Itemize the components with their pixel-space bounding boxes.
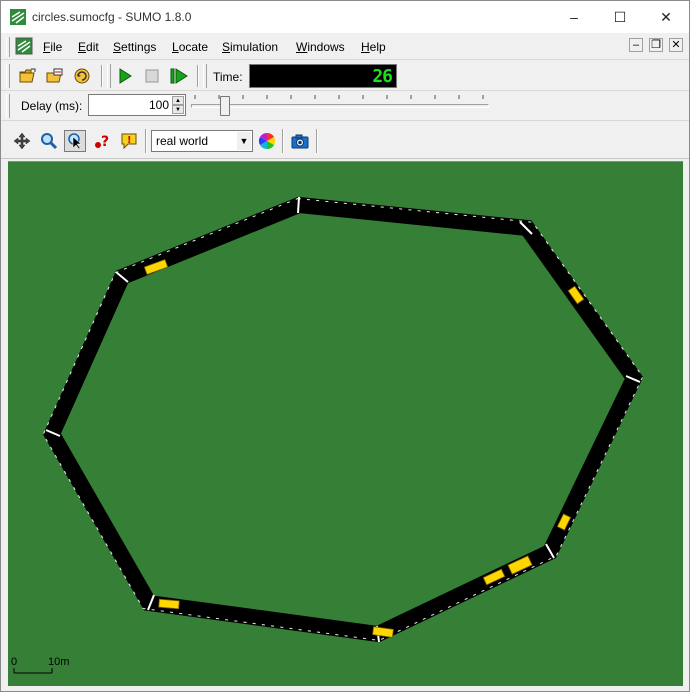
sumo-window: circles.sumocfg - SUMO 1.8.0 – ☐ ✕ File … xyxy=(0,0,690,692)
menu-locate[interactable]: Locate xyxy=(172,40,208,54)
zoom-icon[interactable] xyxy=(38,130,60,152)
locate-cursor-icon[interactable] xyxy=(64,130,86,152)
toolbar-grip[interactable] xyxy=(203,64,207,88)
time-label: Time: xyxy=(213,70,243,84)
step-icon[interactable] xyxy=(168,65,190,87)
minimize-button[interactable]: – xyxy=(551,1,597,33)
menu-file[interactable]: File xyxy=(43,40,62,54)
spin-up-arrow-icon[interactable]: ▲ xyxy=(172,96,184,105)
toolbar-grip[interactable] xyxy=(6,94,10,118)
scale-bar xyxy=(13,668,53,674)
network-canvas[interactable]: 0 10m xyxy=(8,162,683,686)
open-network-icon[interactable] xyxy=(44,65,66,87)
sumo-app-icon xyxy=(10,9,26,25)
vehicles xyxy=(143,258,585,638)
stop-icon[interactable] xyxy=(141,65,163,87)
help-query-icon[interactable]: ? xyxy=(91,130,113,152)
window-title: circles.sumocfg - SUMO 1.8.0 xyxy=(32,10,192,24)
mdi-close-button[interactable]: ✕ xyxy=(669,38,683,52)
mdi-restore-button[interactable]: ❐ xyxy=(649,38,663,52)
open-folder-icon[interactable] xyxy=(17,65,39,87)
toolbar-grip[interactable] xyxy=(107,64,111,88)
slider-ticks xyxy=(194,95,484,99)
slider-track[interactable] xyxy=(191,104,489,108)
menu-bar: File Edit Settings Locate Simulation Win… xyxy=(1,34,689,60)
title-bar[interactable]: circles.sumocfg - SUMO 1.8.0 – ☐ ✕ xyxy=(1,1,689,33)
toolbar-separator xyxy=(145,129,147,153)
simulation-view[interactable]: 0 10m xyxy=(8,161,683,686)
road-edge-outer xyxy=(43,196,644,643)
breakpoint-icon[interactable]: ! xyxy=(118,130,140,152)
scale-end-label: 10m xyxy=(48,656,69,668)
menu-edit[interactable]: Edit xyxy=(78,40,99,54)
camera-icon[interactable] xyxy=(289,130,311,152)
toolbar-grip[interactable] xyxy=(6,64,10,88)
menu-grip[interactable] xyxy=(6,37,10,57)
delay-label: Delay (ms): xyxy=(21,99,83,113)
maximize-button[interactable]: ☐ xyxy=(597,1,643,33)
color-scheme-select[interactable]: real world ▼ xyxy=(151,130,253,152)
menu-help[interactable]: Help xyxy=(361,40,386,54)
time-display: 26 xyxy=(249,64,397,88)
toolbar-separator xyxy=(316,129,318,153)
menu-windows[interactable]: Windows xyxy=(296,40,345,54)
chevron-down-icon[interactable]: ▼ xyxy=(237,132,251,150)
play-icon[interactable] xyxy=(114,65,136,87)
mdi-minimize-button[interactable]: – xyxy=(629,38,643,52)
slider-thumb[interactable] xyxy=(220,96,230,116)
road-ring xyxy=(42,196,644,643)
toolbar-separator xyxy=(101,65,103,87)
menu-settings[interactable]: Settings xyxy=(113,40,156,54)
view-toolbar: ? ! xyxy=(1,123,689,159)
vehicle[interactable] xyxy=(158,598,180,610)
mdi-document-icon[interactable] xyxy=(15,37,33,55)
time-value: 26 xyxy=(372,66,393,87)
reload-icon[interactable] xyxy=(71,65,93,87)
menu-simulation[interactable]: Simulation xyxy=(222,40,278,54)
svg-text:!: ! xyxy=(127,135,132,146)
color-scheme-value: real world xyxy=(156,134,209,148)
svg-text:?: ? xyxy=(101,134,109,150)
recenter-view-icon[interactable] xyxy=(11,130,33,152)
junction-line xyxy=(297,196,300,214)
close-button[interactable]: ✕ xyxy=(643,1,689,33)
color-wheel-icon[interactable] xyxy=(256,130,278,152)
scale-start-label: 0 xyxy=(11,656,17,668)
spin-down-arrow-icon[interactable]: ▼ xyxy=(172,105,184,114)
delay-spinner[interactable]: 100 ▲ ▼ xyxy=(88,94,186,116)
toolbar-separator xyxy=(282,129,284,153)
delay-value[interactable]: 100 xyxy=(149,98,169,112)
toolbar-separator xyxy=(197,65,199,87)
delay-slider[interactable] xyxy=(191,93,491,117)
